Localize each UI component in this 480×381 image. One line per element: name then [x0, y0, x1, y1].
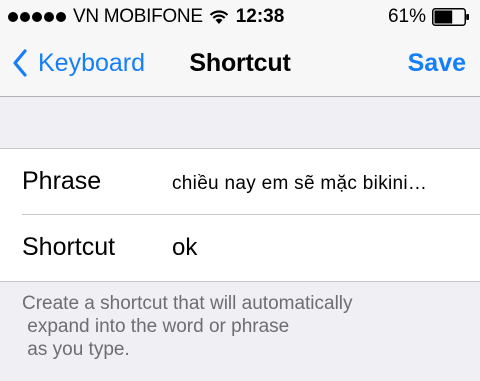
footer-line: expand into the word or phrase — [22, 316, 290, 337]
save-button[interactable]: Save — [408, 48, 466, 78]
status-bar-right: 61% — [388, 6, 470, 28]
carrier-name: VN MOBIFONE — [73, 6, 203, 27]
phrase-row[interactable]: Phrase chiều nay em sẽ mặc bikini… — [0, 149, 480, 214]
battery-percent: 61% — [387, 6, 426, 27]
phrase-field[interactable]: chiều nay em sẽ mặc bikini… — [172, 169, 427, 199]
shortcut-row[interactable]: Shortcut ok — [0, 215, 480, 280]
shortcut-field[interactable]: ok — [172, 233, 197, 263]
shortcut-form: Phrase chiều nay em sẽ mặc bikini… Short… — [0, 148, 480, 282]
phrase-label: Phrase — [22, 167, 102, 195]
battery-icon — [432, 8, 469, 26]
footer-description: Create a shortcut that will automaticall… — [22, 292, 462, 361]
shortcut-label: Shortcut — [22, 233, 116, 261]
status-bar: VN MOBIFONE 12:38 61% — [0, 0, 480, 34]
footer-line: Create a shortcut that will automaticall… — [22, 293, 353, 314]
status-bar-left: VN MOBIFONE 12:38 — [8, 6, 284, 28]
status-time: 12:38 — [235, 6, 285, 27]
wifi-icon — [209, 10, 228, 24]
signal-dots-icon — [8, 12, 66, 22]
navigation-bar: Keyboard Shortcut Save — [0, 34, 480, 97]
footer-line: as you type. — [22, 339, 130, 360]
